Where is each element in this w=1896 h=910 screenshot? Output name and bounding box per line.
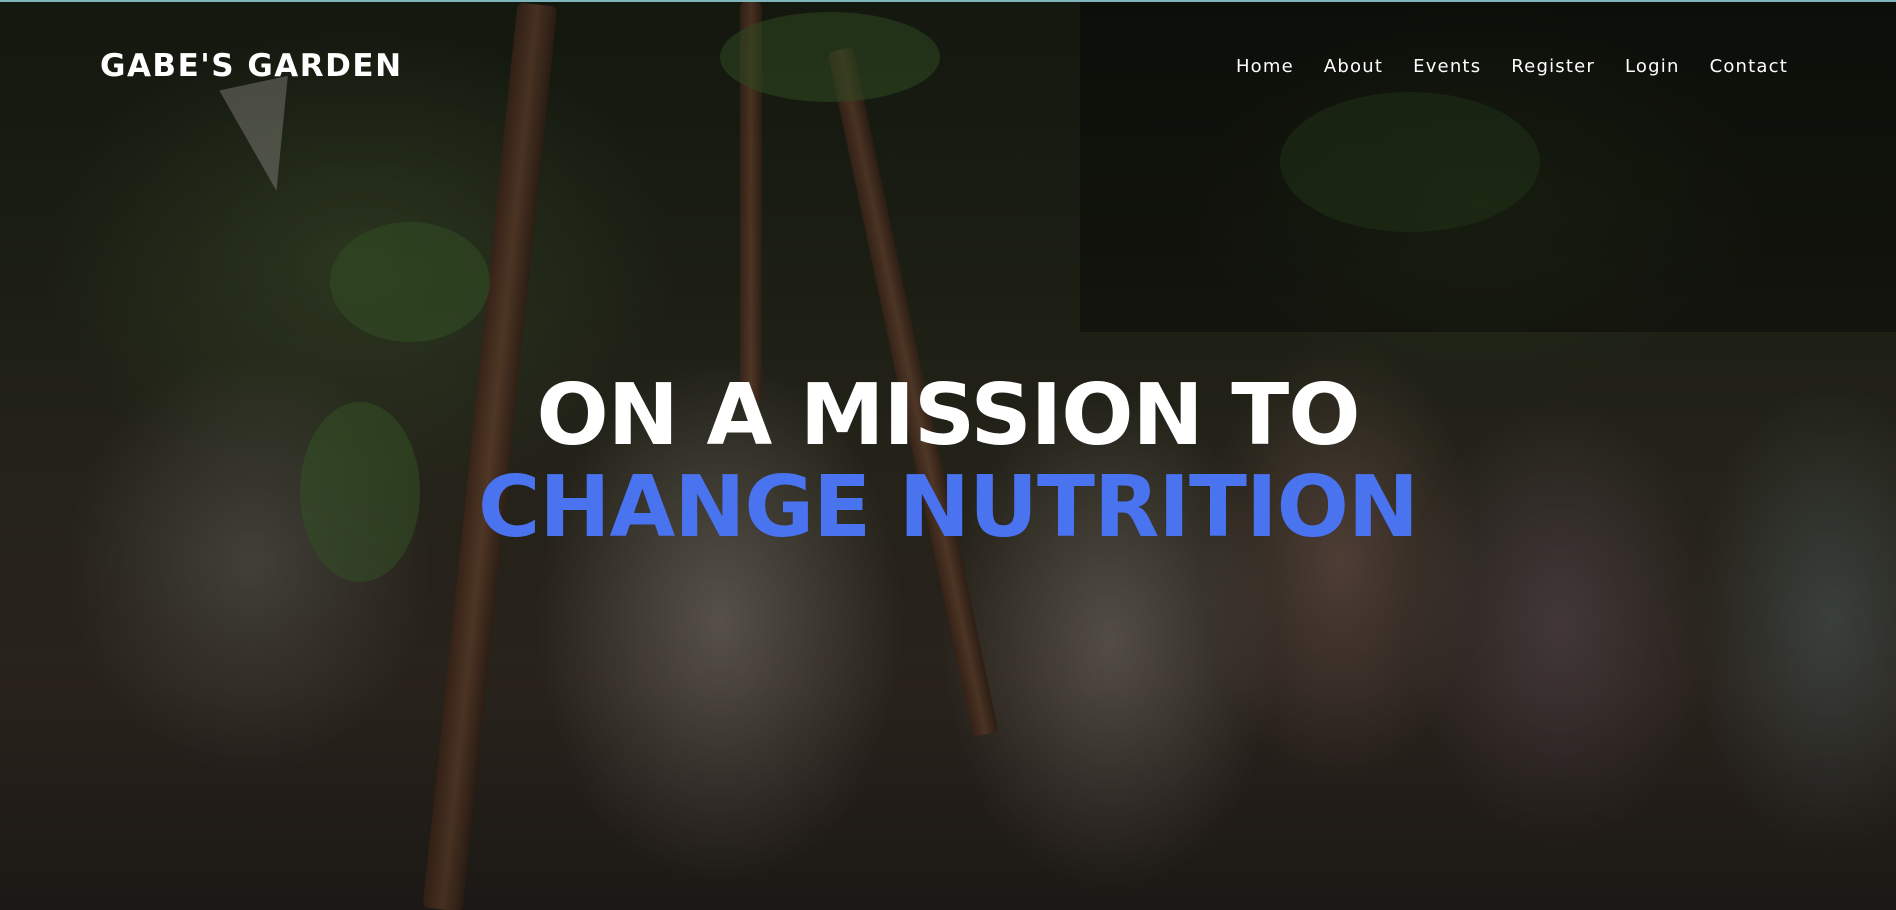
hero-section: GABE'S GARDEN Home About Events Register… [0,0,1896,910]
nav-events[interactable]: Events [1413,56,1481,77]
main-nav: Home About Events Register Login Contact [1236,56,1788,77]
nav-login[interactable]: Login [1625,56,1680,77]
nav-about[interactable]: About [1324,56,1383,77]
brand-logo[interactable]: GABE'S GARDEN [100,48,403,84]
nav-home[interactable]: Home [1236,56,1294,77]
hero-headline-line2: CHANGE NUTRITION [477,458,1419,557]
hero-headline: ON A MISSION TO CHANGE NUTRITION [0,370,1896,554]
hero-headline-line1: ON A MISSION TO [536,366,1360,465]
nav-register[interactable]: Register [1511,56,1595,77]
nav-contact[interactable]: Contact [1710,56,1788,77]
